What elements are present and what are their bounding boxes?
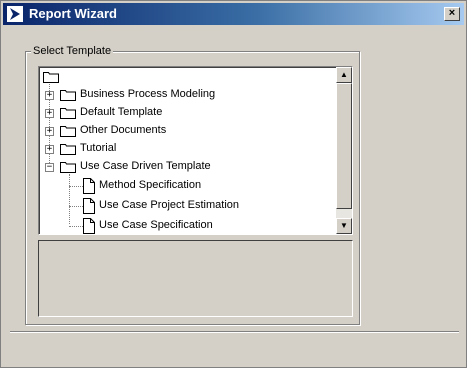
document-icon [83,198,95,214]
close-button[interactable]: × [444,7,460,21]
scroll-down-button[interactable]: ▼ [336,218,352,234]
collapse-icon[interactable]: − [45,163,54,172]
tree-item-default-template[interactable]: + Default Template [39,104,329,122]
folder-icon [60,144,76,155]
scroll-up-button[interactable]: ▲ [336,67,352,83]
folder-icon [60,90,76,101]
bottom-separator [10,331,459,333]
expand-icon[interactable]: + [45,109,54,118]
expand-icon[interactable]: + [45,91,54,100]
document-icon [83,218,95,234]
app-icon [7,6,23,22]
template-tree[interactable]: + Business Process Modeling + Default Te… [38,66,353,235]
folder-icon [60,108,76,119]
group-label: Select Template [31,45,114,57]
tree-item-other-documents[interactable]: + Other Documents [39,122,329,140]
tree-item-use-case-driven-template[interactable]: − Use Case Driven Template [39,158,329,176]
template-description-panel [38,240,353,317]
title-bar[interactable]: Report Wizard × [3,3,464,25]
folder-icon [60,126,76,137]
folder-icon [60,162,76,173]
tree-item-label: Business Process Modeling [80,88,216,100]
tree-item-business-process-modeling[interactable]: + Business Process Modeling [39,86,329,104]
tree-item-label: Use Case Project Estimation [99,199,239,211]
tree-item-label: Use Case Driven Template [80,160,211,172]
expand-icon[interactable]: + [45,145,54,154]
tree-item-method-specification[interactable]: Method Specification [39,177,329,195]
tree-scrollbar[interactable]: ▲ ▼ [336,67,352,234]
report-wizard-window: Report Wizard × Select Template + Busine… [0,0,467,368]
scroll-up-icon: ▲ [340,70,348,79]
tree-item-label: Other Documents [80,124,167,136]
tree-item-use-case-project-estimation[interactable]: Use Case Project Estimation [39,197,329,215]
tree-item-label: Method Specification [99,179,202,191]
tree-item-label: Default Template [80,106,163,118]
scroll-down-icon: ▼ [340,221,348,230]
tree-item-label: Use Case Specification [99,219,213,231]
document-icon [83,178,95,194]
root-folder-icon[interactable] [43,70,59,83]
tree-item-tutorial[interactable]: + Tutorial [39,140,329,158]
window-title: Report Wizard [29,6,117,21]
scroll-thumb[interactable] [336,83,352,209]
expand-icon[interactable]: + [45,127,54,136]
tree-item-label: Tutorial [80,142,117,154]
tree-item-use-case-specification[interactable]: Use Case Specification [39,217,329,234]
close-icon: × [448,7,456,19]
